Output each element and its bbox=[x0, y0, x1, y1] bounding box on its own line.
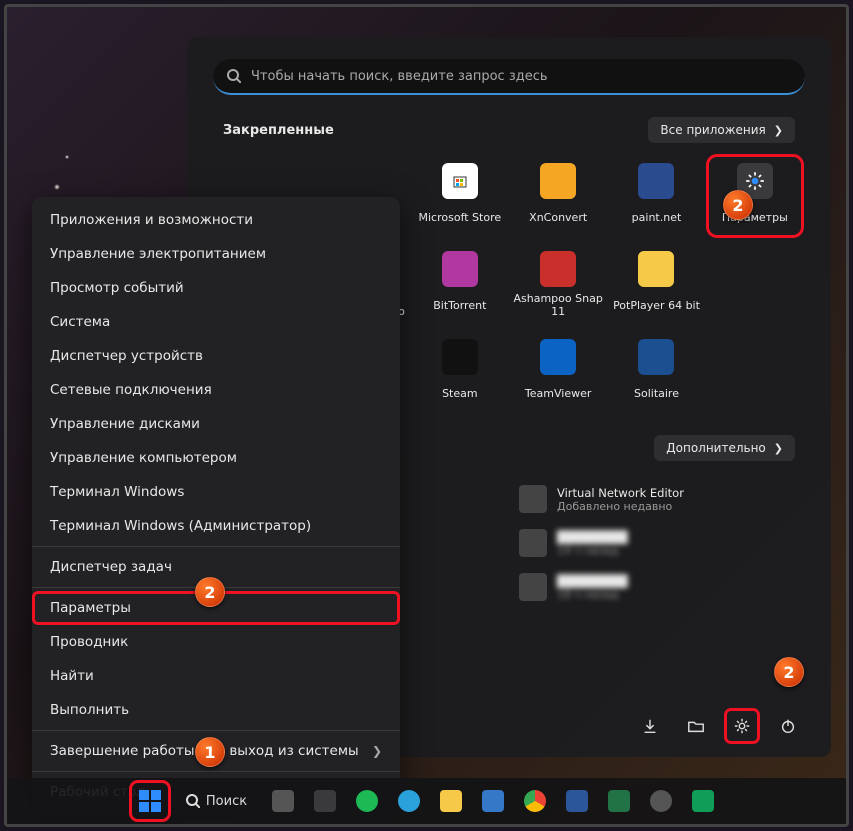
tb-telegram[interactable] bbox=[391, 783, 427, 819]
pinned-tile[interactable]: paint.net bbox=[608, 155, 704, 237]
all-apps-button[interactable]: Все приложения ❯ bbox=[648, 117, 795, 143]
badge-1: 1 bbox=[195, 737, 225, 767]
tb-app-1[interactable] bbox=[307, 783, 343, 819]
folder-icon[interactable] bbox=[679, 709, 713, 743]
search-icon bbox=[227, 69, 241, 83]
desktop: Чтобы начать поиск, введите запрос здесь… bbox=[4, 4, 849, 827]
tb-chrome[interactable] bbox=[517, 783, 553, 819]
recommended-item[interactable]: ████████14 ч назад bbox=[515, 525, 795, 561]
pinned-title: Закрепленные bbox=[223, 123, 334, 138]
menu-item[interactable]: Управление электропитанием bbox=[32, 237, 400, 271]
menu-item[interactable]: Выполнить bbox=[32, 693, 400, 727]
menu-item[interactable]: Терминал Windows bbox=[32, 475, 400, 509]
start-button[interactable] bbox=[132, 783, 168, 819]
pinned-header: Закрепленные Все приложения ❯ bbox=[223, 117, 795, 143]
badge-2b: 2 bbox=[723, 190, 753, 220]
menu-item[interactable]: Терминал Windows (Администратор) bbox=[32, 509, 400, 543]
search-input[interactable]: Чтобы начать поиск, введите запрос здесь bbox=[213, 59, 805, 95]
taskbar-search[interactable]: Поиск bbox=[174, 783, 259, 819]
pinned-tile[interactable]: XnConvert bbox=[510, 155, 606, 237]
settings-icon[interactable] bbox=[725, 709, 759, 743]
menu-item[interactable]: Приложения и возможности bbox=[32, 203, 400, 237]
pinned-tile[interactable]: Solitaire bbox=[608, 331, 704, 413]
search-placeholder: Чтобы начать поиск, введите запрос здесь bbox=[251, 69, 548, 84]
chevron-right-icon: ❯ bbox=[372, 744, 382, 758]
menu-item[interactable]: Управление дисками bbox=[32, 407, 400, 441]
pinned-tile[interactable]: Microsoft Store bbox=[412, 155, 508, 237]
tb-sheets[interactable] bbox=[685, 783, 721, 819]
chevron-right-icon: ❯ bbox=[774, 124, 783, 137]
pinned-tile[interactable]: TeamViewer bbox=[510, 331, 606, 413]
pinned-tile[interactable]: Ashampoo Snap 11 bbox=[510, 243, 606, 325]
windows-logo-icon bbox=[139, 790, 161, 812]
power-icon[interactable] bbox=[771, 709, 805, 743]
menu-item[interactable]: Найти bbox=[32, 659, 400, 693]
menu-item[interactable]: Сетевые подключения bbox=[32, 373, 400, 407]
pinned-tile[interactable]: Steam bbox=[412, 331, 508, 413]
more-button[interactable]: Дополнительно ❯ bbox=[654, 435, 795, 461]
menu-item[interactable]: Просмотр событий bbox=[32, 271, 400, 305]
taskbar: Поиск bbox=[7, 778, 846, 824]
pinned-tile[interactable]: BitTorrent bbox=[412, 243, 508, 325]
tb-explorer[interactable] bbox=[433, 783, 469, 819]
tb-spotify[interactable] bbox=[349, 783, 385, 819]
pinned-tile[interactable]: Параметры bbox=[707, 155, 803, 237]
menu-item[interactable]: Диспетчер устройств bbox=[32, 339, 400, 373]
recommended-item[interactable]: ████████18 ч назад bbox=[515, 569, 795, 605]
task-view[interactable] bbox=[265, 783, 301, 819]
menu-item[interactable]: Управление компьютером bbox=[32, 441, 400, 475]
tb-word[interactable] bbox=[559, 783, 595, 819]
tb-app-2[interactable] bbox=[475, 783, 511, 819]
recommended-item[interactable]: Virtual Network EditorДобавлено недавно bbox=[515, 481, 795, 517]
badge-2c: 2 bbox=[774, 657, 804, 687]
winx-menu: Приложения и возможностиУправление элект… bbox=[32, 197, 400, 815]
tb-excel[interactable] bbox=[601, 783, 637, 819]
download-icon[interactable] bbox=[633, 709, 667, 743]
chevron-right-icon: ❯ bbox=[774, 442, 783, 455]
menu-item[interactable]: Проводник bbox=[32, 625, 400, 659]
badge-2a: 2 bbox=[195, 577, 225, 607]
pinned-tile[interactable]: PotPlayer 64 bit bbox=[608, 243, 704, 325]
tb-app-3[interactable] bbox=[643, 783, 679, 819]
menu-item[interactable]: Система bbox=[32, 305, 400, 339]
